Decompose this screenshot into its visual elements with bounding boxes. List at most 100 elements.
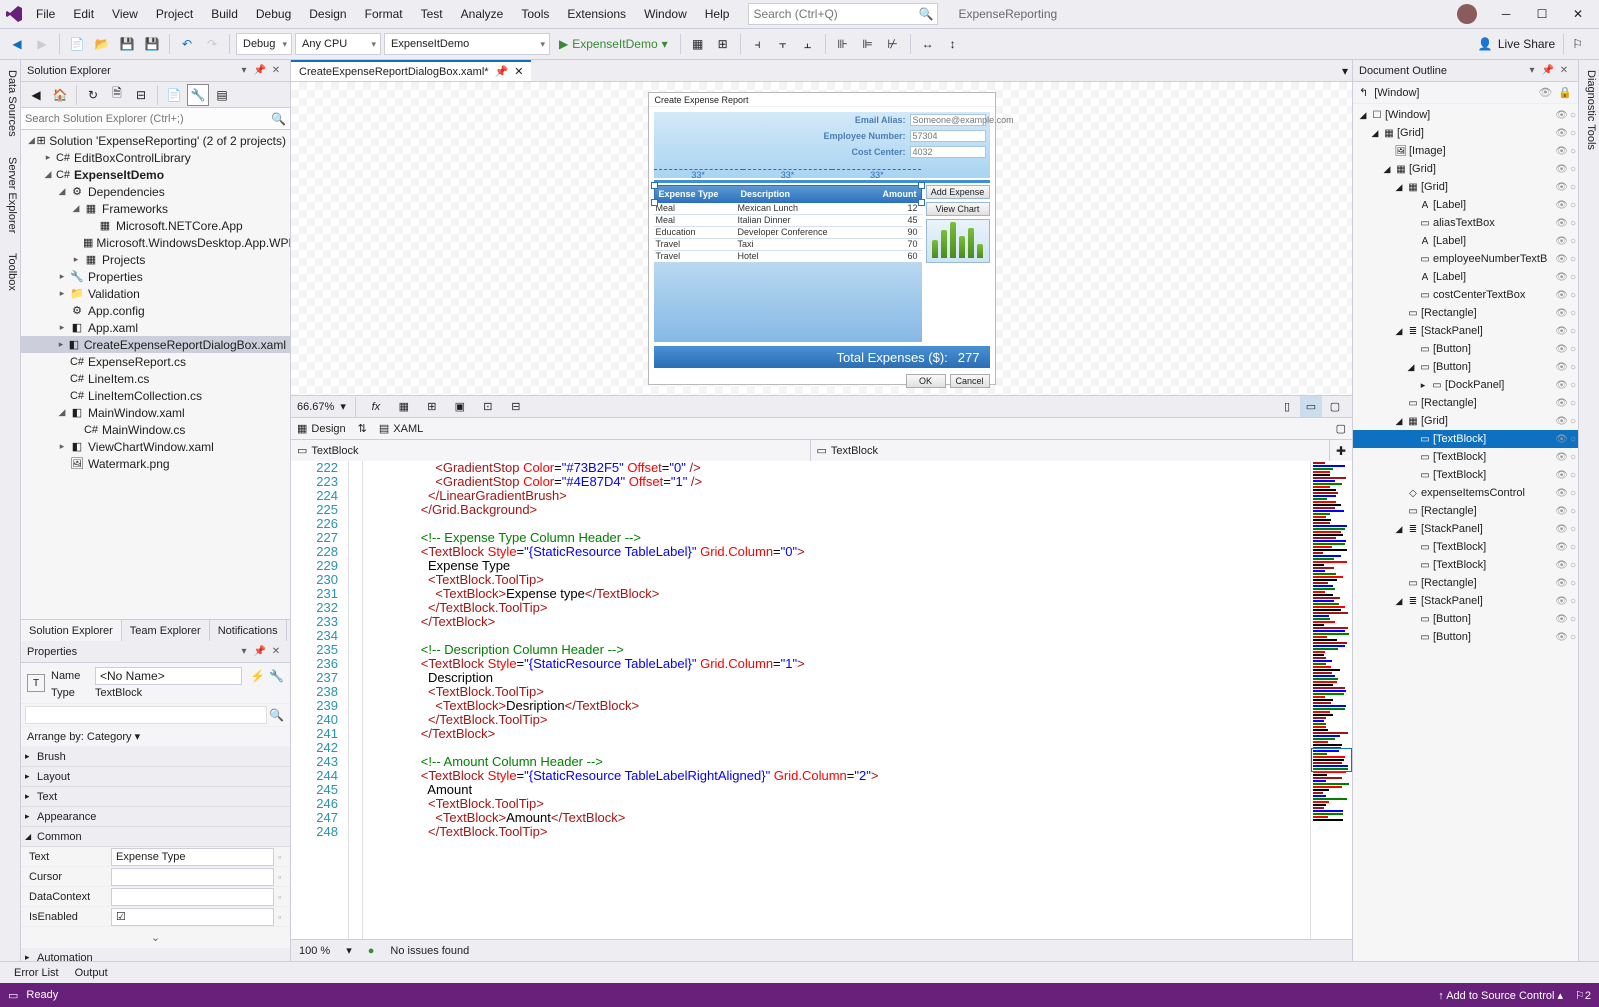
eye-icon[interactable]: 👁 — [1555, 506, 1568, 517]
outline-item[interactable]: ◢▦[Grid]👁○ — [1353, 160, 1578, 178]
pin-icon[interactable]: 📌 — [252, 644, 268, 660]
startup-combo[interactable]: ExpenseItDemo — [384, 33, 550, 55]
outline-root[interactable]: [Window] — [1374, 87, 1419, 99]
prop-value[interactable] — [111, 888, 274, 906]
lock-dot-icon[interactable]: ○ — [1570, 542, 1576, 553]
tree-item[interactable]: ◢C#ExpenseItDemo — [21, 166, 290, 183]
redo-button[interactable]: ↷ — [201, 33, 223, 55]
arrange-label[interactable]: Arrange by: Category ▾ — [21, 727, 290, 747]
outline-item[interactable]: ▸▭[DockPanel]👁○ — [1353, 376, 1578, 394]
prop-cat-automation[interactable]: Automation — [21, 948, 290, 961]
nav-fwd-button[interactable]: ▶ — [31, 33, 53, 55]
view-chart-button[interactable]: View Chart — [926, 202, 990, 216]
table-row[interactable]: TravelTaxi70 — [654, 239, 922, 251]
lock-dot-icon[interactable]: ○ — [1570, 578, 1576, 589]
outline-item[interactable]: ▭[Rectangle]👁○ — [1353, 574, 1578, 592]
maximize-button[interactable]: ☐ — [1525, 2, 1559, 26]
split-editor-icon[interactable]: ✚ — [1330, 440, 1352, 461]
outline-item[interactable]: ▭employeeNumberTextB👁○ — [1353, 250, 1578, 268]
menu-edit[interactable]: Edit — [64, 0, 103, 29]
outline-item[interactable]: ▭[Rectangle]👁○ — [1353, 502, 1578, 520]
outline-item[interactable]: ◢≣[StackPanel]👁○ — [1353, 322, 1578, 340]
sol-tab-team-explorer[interactable]: Team Explorer — [122, 620, 210, 641]
prop-value[interactable]: Expense Type — [111, 848, 274, 866]
tree-item[interactable]: ▦Microsoft.WindowsDesktop.App.WPF — [21, 234, 290, 251]
minimap[interactable] — [1310, 461, 1352, 939]
table-row[interactable]: TravelHotel60 — [654, 251, 922, 263]
source-control-button[interactable]: ↑ Add to Source Control ▴ — [1438, 989, 1563, 1002]
tree-item[interactable]: C#ExpenseReport.cs — [21, 353, 290, 370]
lock-dot-icon[interactable]: ○ — [1570, 614, 1576, 625]
lock-dot-icon[interactable]: ○ — [1570, 110, 1576, 121]
eye-icon[interactable]: 👁 — [1555, 308, 1568, 319]
lock-dot-icon[interactable]: ○ — [1570, 632, 1576, 643]
prop-value[interactable]: ☑ — [111, 908, 274, 926]
menu-debug[interactable]: Debug — [247, 0, 300, 29]
outline-item[interactable]: ▭[Button]👁○ — [1353, 610, 1578, 628]
menu-file[interactable]: File — [27, 0, 64, 29]
properties-search[interactable] — [25, 706, 267, 724]
align-btn-5[interactable]: ⊫ — [857, 33, 879, 55]
outline-item[interactable]: ◢▦[Grid]👁○ — [1353, 124, 1578, 142]
align-btn-7[interactable]: ↔ — [917, 33, 939, 55]
close-button[interactable]: ✕ — [1561, 2, 1595, 26]
outline-item[interactable]: ▭[TextBlock]👁○ — [1353, 430, 1578, 448]
menu-window[interactable]: Window — [635, 0, 696, 29]
prop-value[interactable] — [111, 868, 274, 886]
menu-format[interactable]: Format — [356, 0, 412, 29]
sol-preview-button[interactable]: ▤ — [211, 84, 233, 106]
table-row[interactable]: EducationDeveloper Conference90 — [654, 227, 922, 239]
save-all-button[interactable]: 💾 — [141, 33, 163, 55]
outline-item[interactable]: A[Label]👁○ — [1353, 268, 1578, 286]
outline-item[interactable]: ◢≣[StackPanel]👁○ — [1353, 520, 1578, 538]
solution-search-input[interactable] — [25, 113, 271, 125]
tab-pin-icon[interactable]: 📌 — [495, 65, 509, 78]
lock-dot-icon[interactable]: ○ — [1570, 506, 1576, 517]
bottom-tab-output[interactable]: Output — [67, 967, 116, 979]
rail-data-sources[interactable]: Data Sources — [0, 60, 20, 147]
tree-item[interactable]: ◢◧MainWindow.xaml — [21, 404, 290, 421]
tree-item[interactable]: ▸📁Validation — [21, 285, 290, 302]
tree-item[interactable]: C#LineItem.cs — [21, 370, 290, 387]
eye-icon[interactable]: 👁 — [1555, 632, 1568, 643]
layout-btn-1[interactable]: ▦ — [687, 33, 709, 55]
prop-cat-layout[interactable]: Layout — [21, 767, 290, 787]
undo-button[interactable]: ↶ — [176, 33, 198, 55]
eye-icon[interactable]: 👁 — [1555, 290, 1568, 301]
nav-left-combo[interactable]: ▭ TextBlock — [291, 440, 811, 461]
rail-diagnostic-tools[interactable]: Diagnostic Tools — [1579, 60, 1599, 160]
tree-item[interactable]: ◢▦Frameworks — [21, 200, 290, 217]
tree-item[interactable]: ◢⊞Solution 'ExpenseReporting' (2 of 2 pr… — [21, 132, 290, 149]
tree-item[interactable]: ▸C#EditBoxControlLibrary — [21, 149, 290, 166]
notifications-button[interactable]: ⚐2 — [1575, 989, 1591, 1002]
outline-item[interactable]: A[Label]👁○ — [1353, 232, 1578, 250]
chart-preview[interactable] — [926, 219, 990, 263]
sol-sync-button[interactable]: ↻ — [82, 84, 104, 106]
tree-item[interactable]: ⚙App.config — [21, 302, 290, 319]
lock-dot-icon[interactable]: ○ — [1570, 470, 1576, 481]
outline-item[interactable]: ▭[Button]👁○ — [1353, 628, 1578, 646]
eye-icon[interactable]: 👁 — [1555, 542, 1568, 553]
tree-item[interactable]: ▦Microsoft.NETCore.App — [21, 217, 290, 234]
lock-dot-icon[interactable]: ○ — [1570, 362, 1576, 373]
outline-item[interactable]: ▭[TextBlock]👁○ — [1353, 556, 1578, 574]
sol-back-button[interactable]: ◀ — [25, 84, 47, 106]
eye-icon[interactable]: 👁 — [1555, 524, 1568, 535]
eye-icon[interactable]: 👁 — [1555, 434, 1568, 445]
sol-properties-button[interactable]: 🔧 — [187, 84, 209, 106]
tree-item[interactable]: ▸◧ViewChartWindow.xaml — [21, 438, 290, 455]
eye-icon[interactable]: 👁 — [1555, 578, 1568, 589]
col-header-desc[interactable]: Description — [737, 189, 871, 199]
eye-icon[interactable]: 👁 — [1555, 380, 1568, 391]
snap-icon[interactable]: ▣ — [449, 396, 471, 418]
eye-icon[interactable]: 👁 — [1555, 362, 1568, 373]
split-h-icon[interactable]: ▭ — [1300, 396, 1322, 418]
table-row[interactable]: MealItalian Dinner45 — [654, 215, 922, 227]
lock-dot-icon[interactable]: ○ — [1570, 398, 1576, 409]
config-combo[interactable]: Debug — [236, 33, 292, 55]
lock-dot-icon[interactable]: ○ — [1570, 218, 1576, 229]
zoom-code[interactable]: 100 % — [299, 945, 330, 957]
lock-dot-icon[interactable]: ○ — [1570, 344, 1576, 355]
outline-item[interactable]: ▭costCenterTextBox👁○ — [1353, 286, 1578, 304]
outline-item[interactable]: ◢▭[Button]👁○ — [1353, 358, 1578, 376]
